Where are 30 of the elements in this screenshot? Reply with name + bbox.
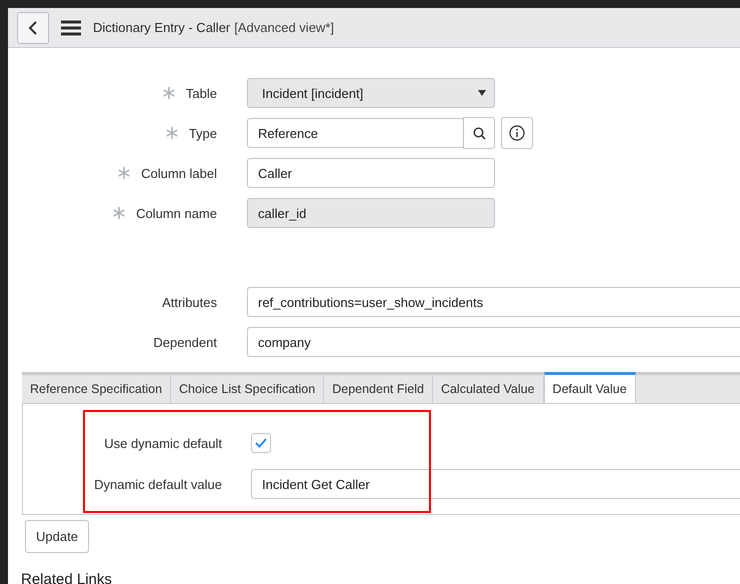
search-button[interactable] xyxy=(463,117,495,149)
field-label: Use dynamic default xyxy=(104,436,222,450)
input-field[interactable]: caller_id xyxy=(247,198,495,228)
caret-icon xyxy=(478,90,486,96)
view-name: [Advanced view*] xyxy=(234,20,334,35)
input-field[interactable]: Reference xyxy=(247,118,464,148)
search-icon xyxy=(472,126,486,140)
update-button[interactable]: Update xyxy=(25,520,89,553)
tab[interactable]: Default Value xyxy=(544,372,636,403)
field-label: Table xyxy=(186,86,217,100)
page-title: Dictionary Entry - Caller xyxy=(93,20,230,35)
checkmark-icon xyxy=(255,438,267,448)
input-field[interactable]: ref_contributions=user_show_incidents xyxy=(247,287,740,317)
field-label: Attributes xyxy=(162,294,217,310)
info-button[interactable] xyxy=(501,117,533,149)
table-select[interactable]: Incident [incident] xyxy=(247,78,495,108)
input-field[interactable]: Incident Get Caller xyxy=(251,469,740,499)
field-label: Column label xyxy=(141,166,217,180)
menu-icon[interactable] xyxy=(61,20,81,36)
field-label: Column name xyxy=(136,206,217,220)
input-field[interactable]: Caller xyxy=(247,158,495,188)
back-icon xyxy=(28,20,38,34)
field-label: Dynamic default value xyxy=(94,476,222,492)
section-heading: Related Links xyxy=(21,571,113,584)
field-label: Dependent xyxy=(153,334,217,350)
checkbox[interactable] xyxy=(251,433,271,453)
field-label: Type xyxy=(188,126,217,140)
info-icon xyxy=(509,125,525,141)
back-button[interactable] xyxy=(17,12,49,44)
input-field[interactable]: company xyxy=(247,327,740,357)
